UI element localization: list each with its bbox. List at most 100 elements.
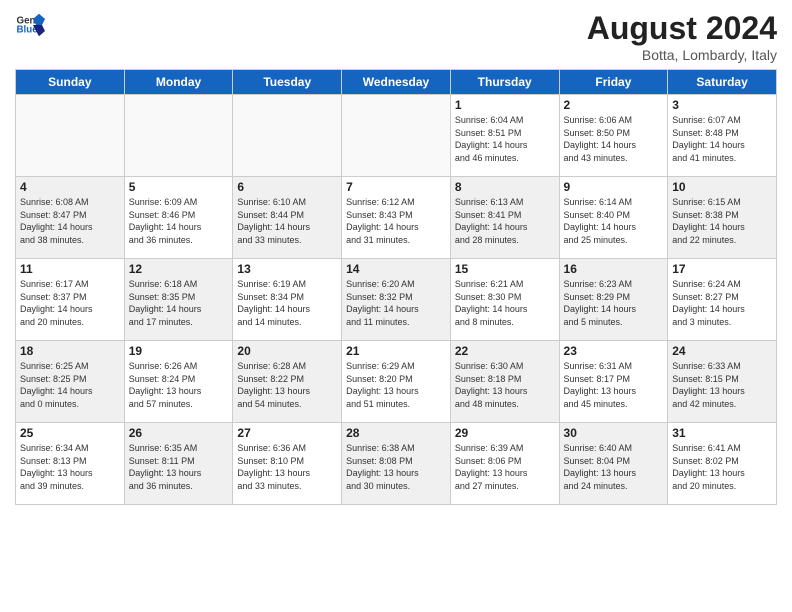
table-row: 6 Sunrise: 6:10 AM Sunset: 8:44 PM Daylig… [233,177,342,259]
table-row: 31Sunrise: 6:41 AM Sunset: 8:02 PM Dayli… [668,423,777,505]
table-row: 20 Sunrise: 6:28 AM Sunset: 8:22 PM Dayli… [233,341,342,423]
day-number: 25 [20,426,120,440]
day-number: 17 [672,262,772,276]
calendar-week-row: 11 Sunrise: 6:17 AM Sunset: 8:37 PM Dayli… [16,259,777,341]
day-info: Sunrise: 6:36 AM Sunset: 8:10 PM Dayligh… [237,442,337,492]
calendar-week-row: 18 Sunrise: 6:25 AM Sunset: 8:25 PM Dayli… [16,341,777,423]
day-number: 18 [20,344,120,358]
table-row: 18 Sunrise: 6:25 AM Sunset: 8:25 PM Dayli… [16,341,125,423]
table-row: 12Sunrise: 6:18 AM Sunset: 8:35 PM Dayli… [124,259,233,341]
table-row: 7Sunrise: 6:12 AM Sunset: 8:43 PM Daylig… [342,177,451,259]
table-row: 30 Sunrise: 6:40 AM Sunset: 8:04 PM Dayli… [559,423,668,505]
day-number: 19 [129,344,229,358]
day-number: 11 [20,262,120,276]
table-row: 21Sunrise: 6:29 AM Sunset: 8:20 PM Dayli… [342,341,451,423]
table-row: 3 Sunrise: 6:07 AM Sunset: 8:48 PM Daylig… [668,95,777,177]
table-row [233,95,342,177]
day-number: 30 [564,426,664,440]
day-info: Sunrise: 6:26 AM Sunset: 8:24 PM Dayligh… [129,360,229,410]
table-row [16,95,125,177]
table-row: 16Sunrise: 6:23 AM Sunset: 8:29 PM Dayli… [559,259,668,341]
day-info: Sunrise: 6:12 AM Sunset: 8:43 PM Dayligh… [346,196,446,246]
table-row: 28Sunrise: 6:38 AM Sunset: 8:08 PM Dayli… [342,423,451,505]
day-info: Sunrise: 6:06 AM Sunset: 8:50 PM Dayligh… [564,114,664,164]
day-info: Sunrise: 6:33 AM Sunset: 8:15 PM Dayligh… [672,360,772,410]
day-info: Sunrise: 6:40 AM Sunset: 8:04 PM Dayligh… [564,442,664,492]
page-subtitle: Botta, Lombardy, Italy [587,47,777,63]
day-number: 12 [129,262,229,276]
calendar-header-row: Sunday Monday Tuesday Wednesday Thursday… [16,70,777,95]
table-row: 8 Sunrise: 6:13 AM Sunset: 8:41 PM Daylig… [450,177,559,259]
day-number: 27 [237,426,337,440]
day-number: 10 [672,180,772,194]
day-info: Sunrise: 6:29 AM Sunset: 8:20 PM Dayligh… [346,360,446,410]
day-number: 14 [346,262,446,276]
table-row: 9 Sunrise: 6:14 AM Sunset: 8:40 PM Daylig… [559,177,668,259]
day-info: Sunrise: 6:13 AM Sunset: 8:41 PM Dayligh… [455,196,555,246]
day-number: 15 [455,262,555,276]
table-row: 14 Sunrise: 6:20 AM Sunset: 8:32 PM Dayli… [342,259,451,341]
day-info: Sunrise: 6:20 AM Sunset: 8:32 PM Dayligh… [346,278,446,328]
day-number: 4 [20,180,120,194]
calendar-table: Sunday Monday Tuesday Wednesday Thursday… [15,69,777,505]
day-info: Sunrise: 6:21 AM Sunset: 8:30 PM Dayligh… [455,278,555,328]
day-info: Sunrise: 6:24 AM Sunset: 8:27 PM Dayligh… [672,278,772,328]
day-info: Sunrise: 6:17 AM Sunset: 8:37 PM Dayligh… [20,278,120,328]
header-tuesday: Tuesday [233,70,342,95]
day-number: 29 [455,426,555,440]
day-number: 23 [564,344,664,358]
header-wednesday: Wednesday [342,70,451,95]
day-info: Sunrise: 6:38 AM Sunset: 8:08 PM Dayligh… [346,442,446,492]
table-row: 17 Sunrise: 6:24 AM Sunset: 8:27 PM Dayli… [668,259,777,341]
table-row: 1Sunrise: 6:04 AM Sunset: 8:51 PM Daylig… [450,95,559,177]
table-row: 29 Sunrise: 6:39 AM Sunset: 8:06 PM Dayli… [450,423,559,505]
calendar-week-row: 1Sunrise: 6:04 AM Sunset: 8:51 PM Daylig… [16,95,777,177]
table-row: 24 Sunrise: 6:33 AM Sunset: 8:15 PM Dayli… [668,341,777,423]
day-info: Sunrise: 6:34 AM Sunset: 8:13 PM Dayligh… [20,442,120,492]
day-info: Sunrise: 6:25 AM Sunset: 8:25 PM Dayligh… [20,360,120,410]
table-row: 26 Sunrise: 6:35 AM Sunset: 8:11 PM Dayli… [124,423,233,505]
day-number: 26 [129,426,229,440]
logo-icon: General Blue [15,10,45,40]
table-row: 5 Sunrise: 6:09 AM Sunset: 8:46 PM Daylig… [124,177,233,259]
table-row: 10 Sunrise: 6:15 AM Sunset: 8:38 PM Dayli… [668,177,777,259]
day-number: 6 [237,180,337,194]
day-number: 24 [672,344,772,358]
day-info: Sunrise: 6:07 AM Sunset: 8:48 PM Dayligh… [672,114,772,164]
day-info: Sunrise: 6:14 AM Sunset: 8:40 PM Dayligh… [564,196,664,246]
day-info: Sunrise: 6:15 AM Sunset: 8:38 PM Dayligh… [672,196,772,246]
table-row: 4Sunrise: 6:08 AM Sunset: 8:47 PM Daylig… [16,177,125,259]
day-number: 9 [564,180,664,194]
day-number: 13 [237,262,337,276]
day-info: Sunrise: 6:09 AM Sunset: 8:46 PM Dayligh… [129,196,229,246]
table-row [342,95,451,177]
header-saturday: Saturday [668,70,777,95]
header-monday: Monday [124,70,233,95]
main-container: General Blue August 2024 Botta, Lombardy… [0,0,792,515]
day-number: 8 [455,180,555,194]
header-friday: Friday [559,70,668,95]
day-number: 5 [129,180,229,194]
day-number: 20 [237,344,337,358]
day-number: 1 [455,98,555,112]
day-info: Sunrise: 6:35 AM Sunset: 8:11 PM Dayligh… [129,442,229,492]
day-info: Sunrise: 6:28 AM Sunset: 8:22 PM Dayligh… [237,360,337,410]
table-row: 25 Sunrise: 6:34 AM Sunset: 8:13 PM Dayli… [16,423,125,505]
day-number: 16 [564,262,664,276]
logo: General Blue [15,10,45,40]
day-info: Sunrise: 6:41 AM Sunset: 8:02 PM Dayligh… [672,442,772,492]
table-row: 22Sunrise: 6:30 AM Sunset: 8:18 PM Dayli… [450,341,559,423]
table-row: 27 Sunrise: 6:36 AM Sunset: 8:10 PM Dayli… [233,423,342,505]
day-info: Sunrise: 6:30 AM Sunset: 8:18 PM Dayligh… [455,360,555,410]
day-number: 3 [672,98,772,112]
day-info: Sunrise: 6:39 AM Sunset: 8:06 PM Dayligh… [455,442,555,492]
page-title: August 2024 [587,10,777,47]
title-block: August 2024 Botta, Lombardy, Italy [587,10,777,63]
calendar-week-row: 4Sunrise: 6:08 AM Sunset: 8:47 PM Daylig… [16,177,777,259]
table-row: 2Sunrise: 6:06 AM Sunset: 8:50 PM Daylig… [559,95,668,177]
table-row: 13Sunrise: 6:19 AM Sunset: 8:34 PM Dayli… [233,259,342,341]
day-info: Sunrise: 6:10 AM Sunset: 8:44 PM Dayligh… [237,196,337,246]
header: General Blue August 2024 Botta, Lombardy… [15,10,777,63]
table-row: 19 Sunrise: 6:26 AM Sunset: 8:24 PM Dayli… [124,341,233,423]
table-row: 11 Sunrise: 6:17 AM Sunset: 8:37 PM Dayli… [16,259,125,341]
